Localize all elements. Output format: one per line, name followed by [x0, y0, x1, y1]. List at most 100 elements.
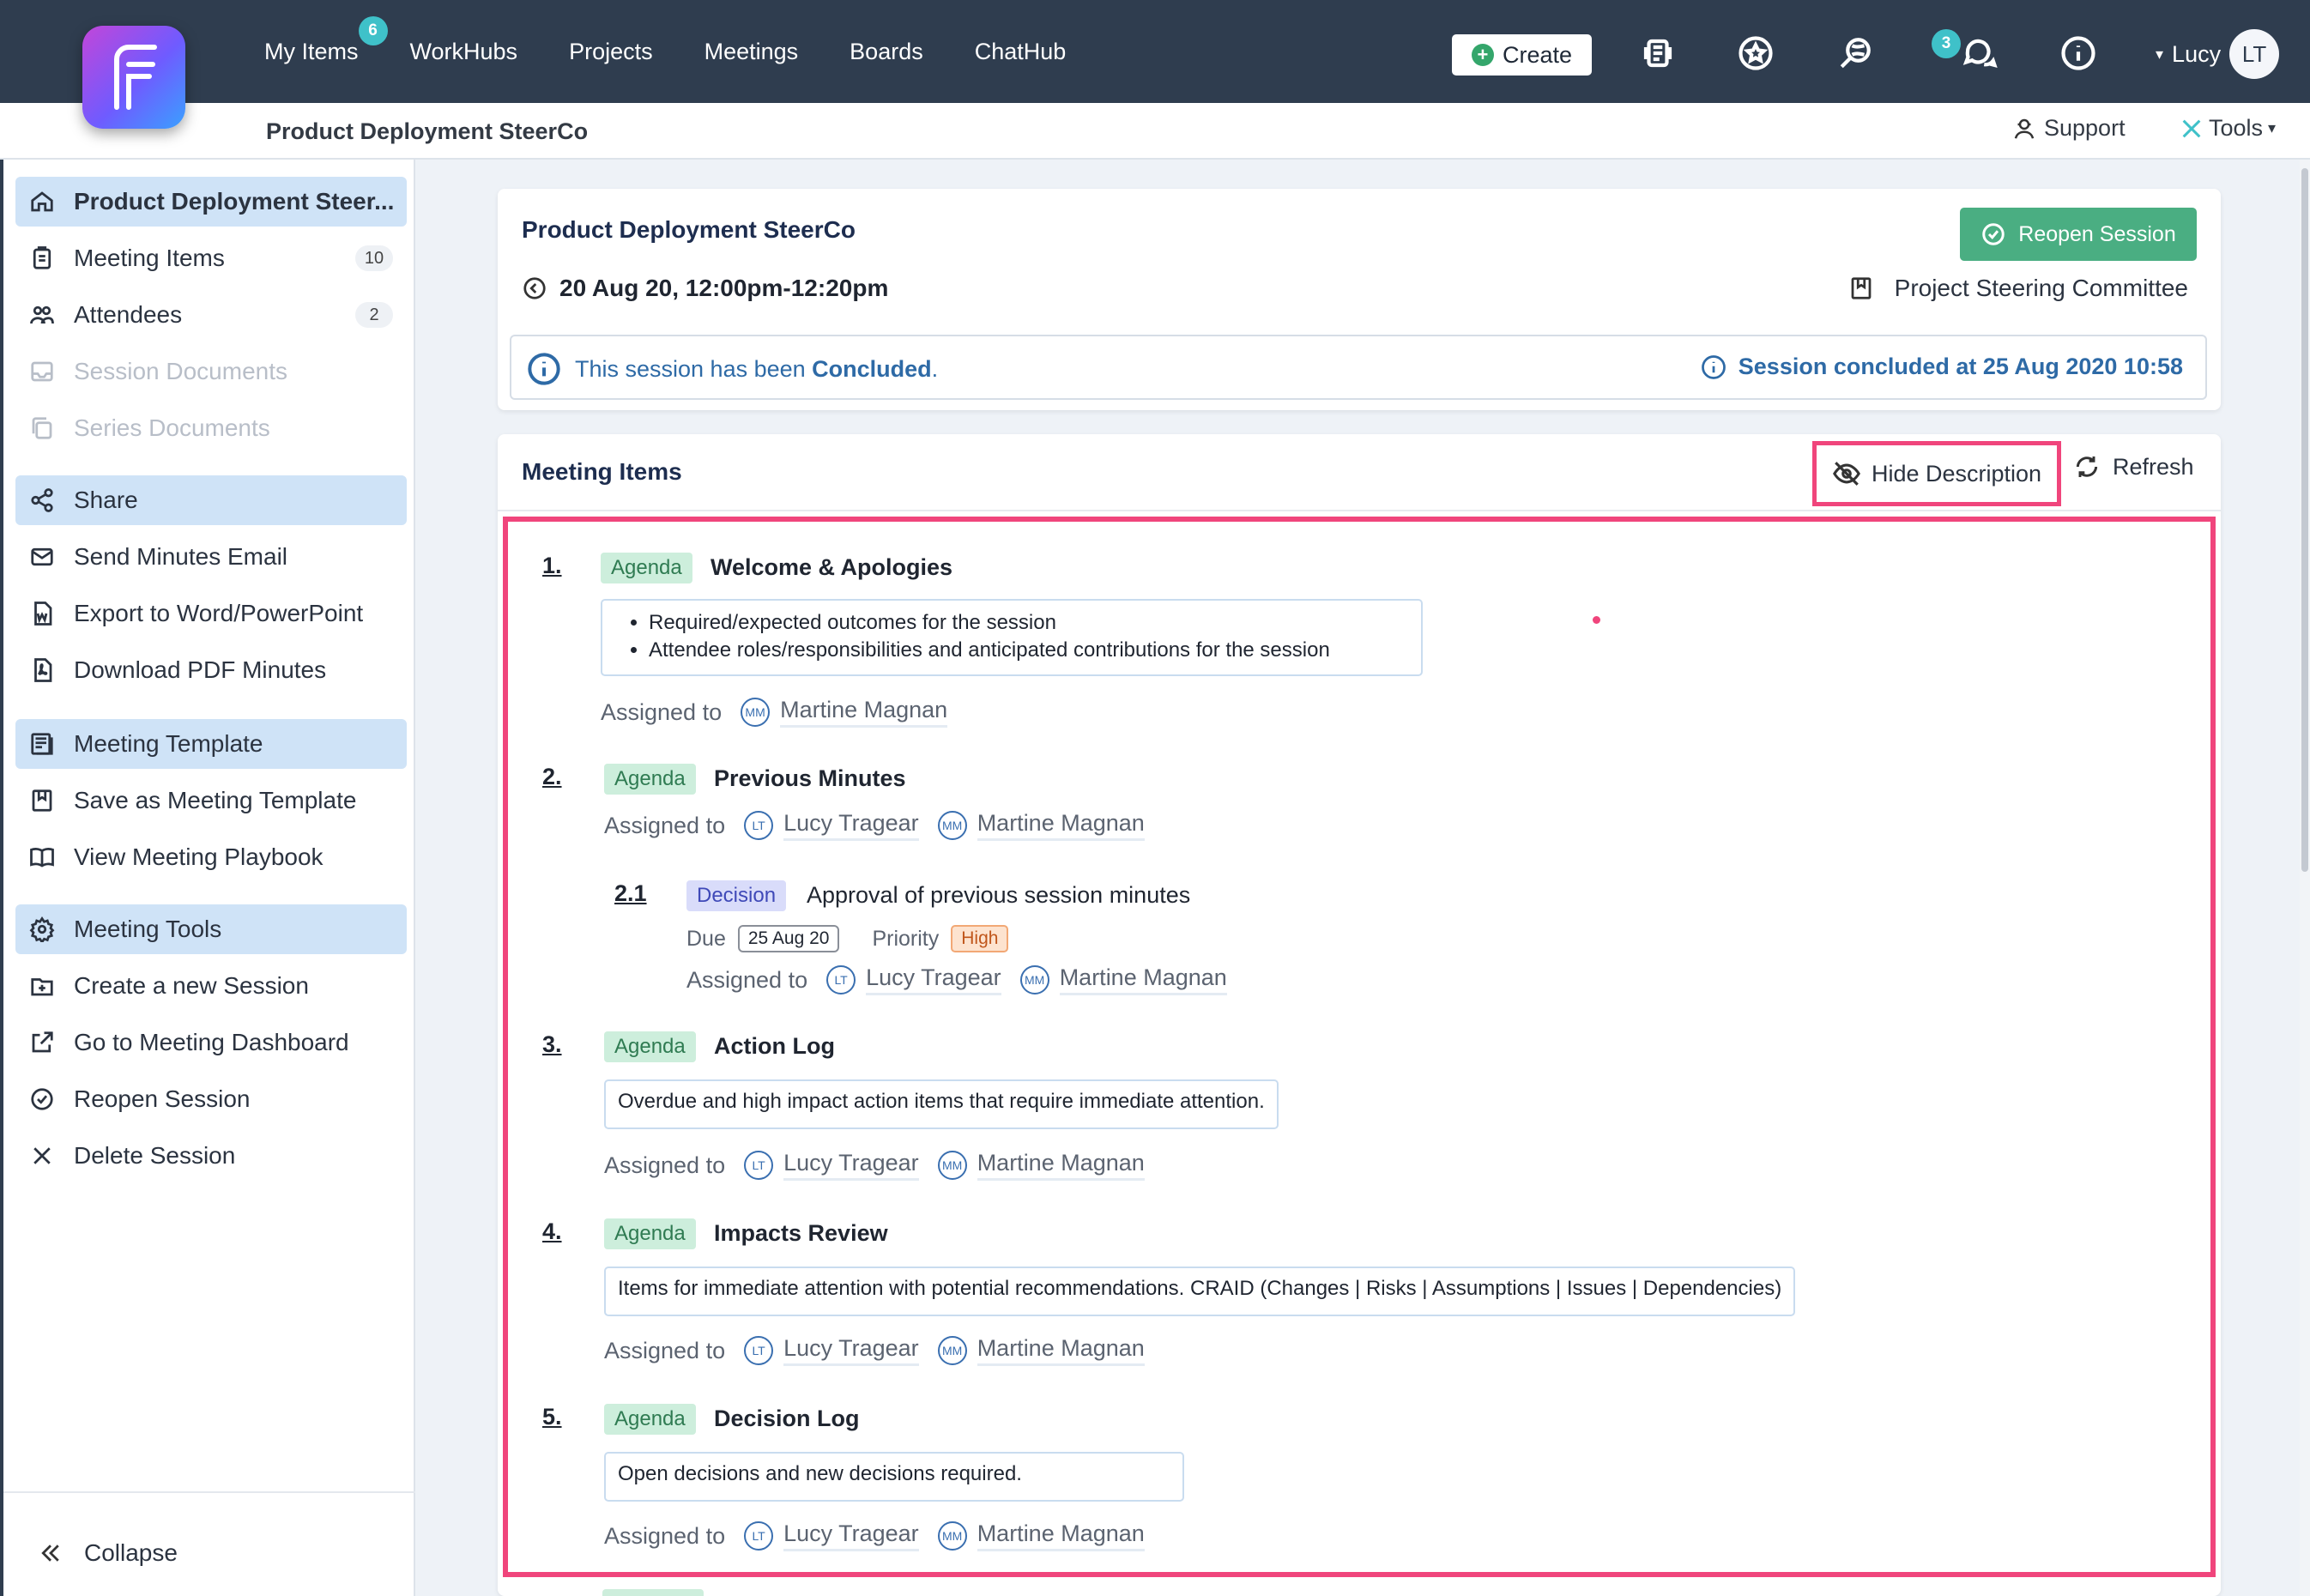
- scrollbar-thumb[interactable]: [2301, 168, 2308, 872]
- sidebar-item-export-word[interactable]: Export to Word/PowerPoint: [15, 589, 407, 638]
- refresh-button[interactable]: Refresh: [2073, 453, 2194, 481]
- user-menu[interactable]: ▾ Lucy LT: [2156, 29, 2280, 79]
- chat-badge: 3: [1932, 29, 1961, 58]
- bookmark-icon: [1851, 277, 1872, 299]
- assignee-name[interactable]: Lucy Tragear: [783, 1150, 919, 1181]
- assigned-row: Assigned to LT Lucy Tragear MM Martine M…: [604, 810, 1145, 841]
- assignee-initials: LT: [744, 1521, 774, 1551]
- assignee-initials: MM: [1019, 965, 1049, 994]
- collapse-button[interactable]: Collapse: [38, 1539, 178, 1567]
- reopen-session-label: Reopen Session: [2018, 221, 2176, 246]
- sidebar-item-create-session[interactable]: Create a new Session: [15, 961, 407, 1011]
- plus-icon: +: [1471, 44, 1494, 66]
- template-icon: [31, 733, 53, 755]
- session-status-bar: This session has been Concluded. Session…: [510, 335, 2207, 400]
- sidebar-item-meeting-items[interactable]: Meeting Items 10: [15, 233, 407, 283]
- star-icon[interactable]: [1735, 33, 1776, 74]
- tools-menu[interactable]: Tools ▾: [2180, 115, 2276, 142]
- assignee-name[interactable]: Lucy Tragear: [866, 964, 1001, 995]
- due-date: 25 Aug 20: [737, 925, 840, 952]
- divider: [498, 510, 2221, 511]
- assignee-initials: LT: [744, 811, 774, 840]
- app-logo[interactable]: [82, 26, 185, 129]
- due-label: Due: [686, 926, 726, 951]
- sidebar-item-view-playbook[interactable]: View Meeting Playbook: [15, 832, 407, 882]
- item-title[interactable]: Decision Log: [714, 1406, 860, 1432]
- eye-off-icon: [1832, 462, 1860, 486]
- session-series[interactable]: Project Steering Committee: [1848, 275, 2188, 302]
- sidebar-item-meeting-tools[interactable]: Meeting Tools: [15, 904, 407, 954]
- assignee-name[interactable]: Lucy Tragear: [783, 810, 919, 841]
- sidebar-item-reopen-session[interactable]: Reopen Session: [15, 1074, 407, 1124]
- sidebar-item-label: Reopen Session: [74, 1085, 251, 1112]
- refresh-label: Refresh: [2113, 453, 2194, 480]
- nav-meetings[interactable]: Meetings: [704, 39, 799, 65]
- next-item-tag-partial: [602, 1589, 704, 1596]
- session-datetime-text: 20 Aug 20, 12:00pm-12:20pm: [559, 275, 889, 301]
- back-circle-icon[interactable]: [522, 275, 547, 301]
- support-button[interactable]: Support: [2011, 115, 2126, 142]
- info-icon: [1701, 354, 1726, 379]
- chat-icon[interactable]: [1959, 33, 2000, 74]
- sidebar-item-label: Save as Meeting Template: [74, 787, 357, 813]
- assignee-name[interactable]: Martine Magnan: [977, 1150, 1145, 1181]
- priority-label: Priority: [872, 926, 940, 951]
- bookmark-icon: [32, 789, 52, 812]
- sidebar-item-save-template[interactable]: Save as Meeting Template: [15, 776, 407, 825]
- item-title[interactable]: Impacts Review: [714, 1220, 888, 1247]
- close-icon: [33, 1147, 51, 1164]
- assignee-name[interactable]: Lucy Tragear: [783, 1520, 919, 1551]
- nav-boards[interactable]: Boards: [850, 39, 923, 65]
- assignee-initials: MM: [937, 1336, 967, 1365]
- sidebar-item-dashboard[interactable]: Go to Meeting Dashboard: [15, 1018, 407, 1067]
- assigned-label: Assigned to: [604, 812, 726, 838]
- action-items-icon[interactable]: [1637, 33, 1678, 74]
- main-nav: My Items 6 WorkHubs Projects Meetings Bo…: [264, 0, 1066, 103]
- my-items-badge: 6: [358, 15, 388, 45]
- assignee-name[interactable]: Martine Magnan: [1059, 964, 1227, 995]
- refresh-icon: [2076, 456, 2098, 477]
- sidebar-item-attendees[interactable]: Attendees 2: [15, 290, 407, 340]
- create-button[interactable]: + Create: [1452, 34, 1592, 76]
- sidebar-item-meeting-template[interactable]: Meeting Template: [15, 719, 407, 769]
- assigned-row: Assigned to LT Lucy Tragear MM Martine M…: [604, 1520, 1145, 1551]
- sidebar-item-session-home[interactable]: Product Deployment Steer...: [15, 177, 407, 227]
- item-title[interactable]: Previous Minutes: [714, 765, 906, 792]
- subitem-number: 2.1: [614, 880, 647, 906]
- sidebar-item-share[interactable]: Share: [15, 475, 407, 525]
- assignee-name[interactable]: Martine Magnan: [977, 810, 1145, 841]
- hide-description-button[interactable]: Hide Description: [1812, 441, 2061, 506]
- sidebar-item-send-minutes-email[interactable]: Send Minutes Email: [15, 532, 407, 582]
- assignee-initials: MM: [741, 698, 771, 727]
- nav-chathub[interactable]: ChatHub: [975, 39, 1067, 65]
- agenda-tag: Agenda: [604, 1218, 696, 1249]
- home-icon: [31, 191, 53, 212]
- subitem-title[interactable]: Approval of previous session minutes: [807, 882, 1190, 909]
- info-icon[interactable]: [2058, 33, 2099, 74]
- nav-my-items[interactable]: My Items 6: [264, 15, 388, 65]
- item-title[interactable]: Action Log: [714, 1033, 835, 1060]
- reopen-session-button[interactable]: Reopen Session: [1960, 208, 2197, 261]
- nav-workhubs[interactable]: WorkHubs: [410, 39, 518, 65]
- sidebar-item-label: Export to Word/PowerPoint: [74, 600, 364, 626]
- create-label: Create: [1502, 41, 1573, 68]
- sidebar-item-label: Download PDF Minutes: [74, 656, 327, 683]
- assignee-name[interactable]: Martine Magnan: [977, 1335, 1145, 1366]
- assigned-row: Assigned to MM Martine Magnan: [601, 697, 948, 728]
- session-datetime: 20 Aug 20, 12:00pm-12:20pm: [522, 275, 888, 302]
- status-word: Concluded: [812, 355, 932, 382]
- check-circle-icon: [1982, 223, 2005, 245]
- sidebar-item-label: Meeting Items: [74, 245, 225, 271]
- item-title[interactable]: Welcome & Apologies: [711, 554, 952, 581]
- assignee-initials: LT: [744, 1151, 774, 1180]
- sidebar-item-label: Product Deployment Steer...: [74, 188, 395, 215]
- status-text: This session has been Concluded.: [575, 356, 938, 383]
- assignee-name[interactable]: Lucy Tragear: [783, 1335, 919, 1366]
- assignee-name[interactable]: Martine Magnan: [977, 1520, 1145, 1551]
- assigned-label: Assigned to: [601, 698, 723, 725]
- sidebar-item-download-pdf[interactable]: Download PDF Minutes: [15, 645, 407, 695]
- sidebar-item-delete-session[interactable]: Delete Session: [15, 1131, 407, 1181]
- assignee-name[interactable]: Martine Magnan: [780, 697, 948, 728]
- nav-projects[interactable]: Projects: [569, 39, 653, 65]
- search-globe-icon[interactable]: [1835, 33, 1876, 74]
